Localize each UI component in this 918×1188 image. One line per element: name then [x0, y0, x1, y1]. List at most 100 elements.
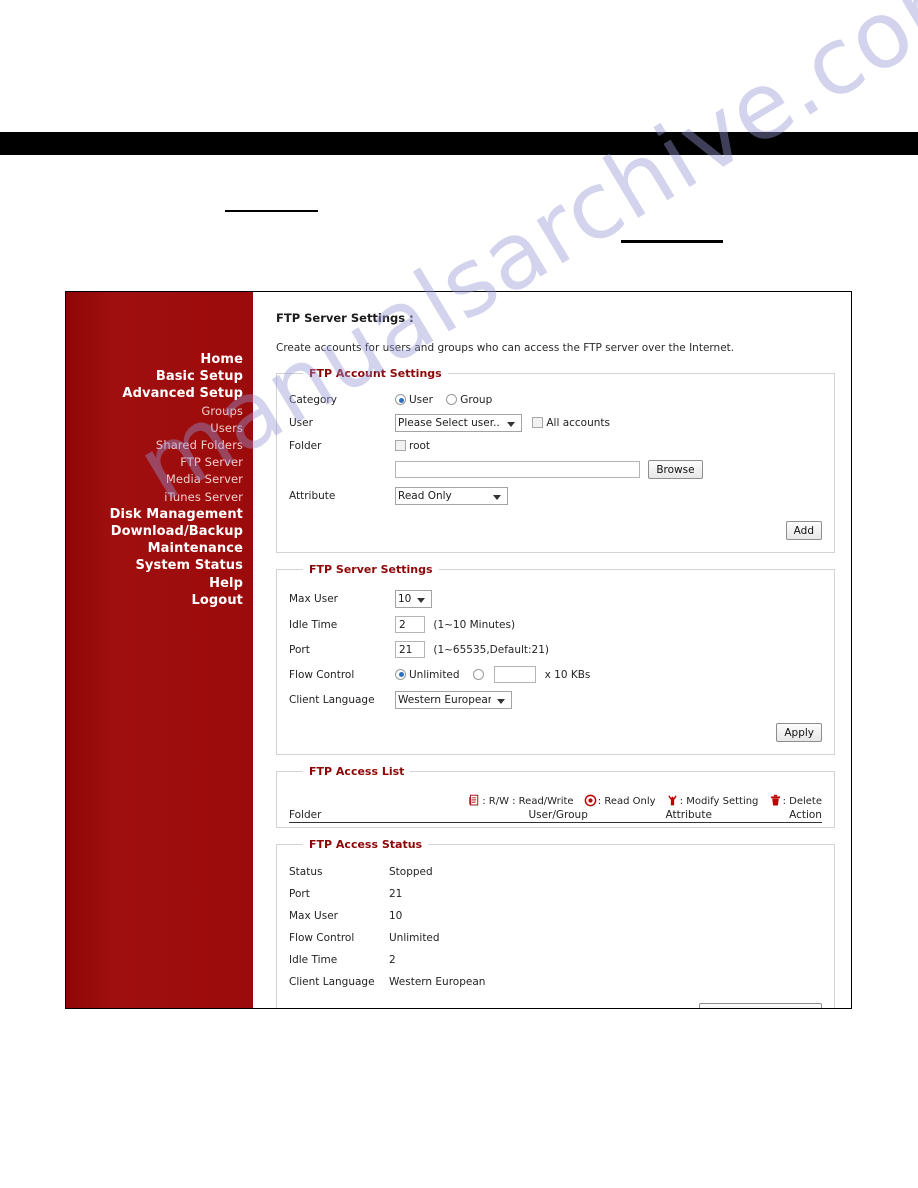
ftp-account-settings-form: Category User Group User Please Select u…: [289, 390, 822, 544]
all-accounts-label: All accounts: [546, 417, 610, 429]
sidebar-item-advanced-setup[interactable]: Advanced Setup: [66, 385, 253, 402]
client-language-select-wrapper[interactable]: Western European: [395, 691, 512, 709]
apply-button-row: Apply: [289, 713, 822, 746]
sidebar-item-maintenance[interactable]: Maintenance: [66, 540, 253, 557]
folder-row: Folder root: [289, 436, 822, 456]
idle-time-row: Idle Time (1~10 Minutes): [289, 612, 822, 637]
wrench-icon: [668, 795, 677, 806]
start-button-cell: Start FTP Server: [289, 993, 822, 1008]
legend-rw-text: : R/W : Read/Write: [482, 796, 574, 807]
horizontal-rule-lower: [621, 240, 723, 243]
flow-rate-input[interactable]: [494, 666, 537, 683]
sidebar-item-users[interactable]: Users: [66, 420, 253, 437]
user-select-wrapper[interactable]: Please Select user...: [395, 414, 522, 432]
radio-group-icon[interactable]: [446, 394, 458, 405]
ftp-server-settings-legend: FTP Server Settings: [309, 563, 433, 576]
access-list-col-folder: Folder: [289, 809, 322, 821]
trash-icon: [770, 794, 780, 806]
max-user-select[interactable]: 10: [395, 590, 432, 608]
attribute-row: Attribute Read Only: [289, 483, 822, 509]
flow-control-row: Flow Control Unlimited x 10 KBs: [289, 662, 822, 687]
horizontal-rule-upper: [225, 210, 318, 212]
sidebar-item-system-status[interactable]: System Status: [66, 557, 253, 574]
attribute-select[interactable]: Read Only: [395, 487, 508, 505]
idle-time-controls: (1~10 Minutes): [395, 612, 822, 637]
sidebar-item-disk-management[interactable]: Disk Management: [66, 506, 253, 523]
access-list-col-attribute: Attribute: [665, 809, 712, 821]
status-row: Status Stopped: [289, 861, 822, 883]
status-value: Stopped: [389, 866, 433, 878]
idle-time-hint: (1~10 Minutes): [433, 618, 516, 631]
add-button[interactable]: Add: [785, 521, 822, 540]
port-controls: (1~65535,Default:21): [395, 637, 822, 662]
add-button-row: Add: [289, 509, 822, 544]
user-label: User: [289, 417, 313, 429]
ftp-server-settings-form: Max User 10 Idle Time 2 (1~10 Minutes) P…: [289, 586, 822, 746]
radio-unlimited-icon[interactable]: [395, 668, 406, 680]
attribute-controls: Read Only: [395, 483, 822, 509]
sidebar-item-download-backup[interactable]: Download/Backup: [66, 523, 253, 540]
user-select[interactable]: Please Select user...: [395, 414, 522, 432]
start-ftp-server-button[interactable]: Start FTP Server: [698, 1003, 822, 1008]
sidebar-item-home[interactable]: Home: [66, 351, 253, 368]
status-max-user-label: Max User: [289, 910, 338, 922]
sidebar-item-media-server[interactable]: Media Server: [66, 471, 253, 488]
category-group-label: Group: [460, 394, 493, 406]
router-admin-window: Home Basic Setup Advanced Setup Groups U…: [65, 291, 852, 1009]
attribute-select-wrapper[interactable]: Read Only: [395, 487, 508, 505]
add-button-cell: Add: [289, 509, 822, 544]
ftp-access-status-legend: FTP Access Status: [309, 838, 423, 851]
flow-unlimited-option[interactable]: Unlimited: [395, 668, 460, 681]
status-port-label: Port: [289, 888, 310, 900]
folder-path-input[interactable]: [395, 461, 640, 478]
ftp-access-list-legend: FTP Access List: [309, 765, 405, 778]
sidebar-item-shared-folders[interactable]: Shared Folders: [66, 437, 253, 454]
all-accounts-checkbox-group[interactable]: All accounts: [532, 417, 610, 429]
status-row: Flow Control Unlimited: [289, 927, 822, 949]
legend-delete-text: : Delete: [782, 796, 822, 807]
access-list-icon-legend: : R/W : Read/Write : Read Only : Modify …: [289, 788, 822, 809]
root-label: root: [409, 440, 431, 452]
category-group-option[interactable]: Group: [446, 394, 492, 406]
status-label: Status: [289, 866, 323, 878]
ftp-access-list-section: FTP Access List : R/W : Read/Write : Rea…: [276, 765, 835, 828]
sidebar-item-groups[interactable]: Groups: [66, 403, 253, 420]
idle-time-label: Idle Time: [289, 618, 338, 631]
root-checkbox[interactable]: [395, 440, 406, 451]
port-input[interactable]: [395, 641, 425, 658]
client-language-select[interactable]: Western European: [395, 691, 512, 709]
category-user-option[interactable]: User: [395, 394, 433, 406]
folder-root-controls: root: [395, 436, 822, 456]
max-user-label: Max User: [289, 593, 338, 605]
category-controls: User Group: [395, 390, 822, 410]
folder-path-spacer: [289, 456, 395, 483]
ftp-access-status-table: Status Stopped Port 21 Max User 10 Flow …: [289, 861, 822, 1008]
sidebar-item-logout[interactable]: Logout: [66, 592, 253, 609]
radio-user-icon[interactable]: [395, 394, 406, 405]
page-title: FTP Server Settings :: [276, 311, 414, 325]
status-idle-time-label: Idle Time: [289, 954, 338, 966]
category-row: Category User Group: [289, 390, 822, 410]
access-list-col-action: Action: [789, 809, 822, 821]
idle-time-input[interactable]: [395, 616, 425, 633]
sidebar-item-ftp-server[interactable]: FTP Server: [66, 454, 253, 471]
radio-flow-rate-icon[interactable]: [472, 668, 484, 680]
port-label: Port: [289, 643, 310, 656]
flow-unlimited-label: Unlimited: [409, 668, 460, 681]
sidebar-item-itunes-server[interactable]: iTunes Server: [66, 489, 253, 506]
status-flow-control-value: Unlimited: [389, 932, 440, 944]
page-description: Create accounts for users and groups who…: [276, 342, 735, 354]
root-checkbox-group[interactable]: root: [395, 440, 430, 452]
sidebar-item-basic-setup[interactable]: Basic Setup: [66, 368, 253, 385]
max-user-select-wrapper[interactable]: 10: [395, 590, 432, 608]
apply-button[interactable]: Apply: [776, 723, 822, 742]
browse-button[interactable]: Browse: [648, 460, 703, 479]
user-controls: Please Select user... All accounts: [395, 410, 822, 436]
status-idle-time-value: 2: [389, 954, 396, 966]
folder-path-controls: Browse: [395, 456, 822, 483]
folder-path-row: Browse: [289, 456, 822, 483]
client-language-label: Client Language: [289, 694, 375, 706]
sidebar-item-help[interactable]: Help: [66, 575, 253, 592]
status-row: Port 21: [289, 883, 822, 905]
all-accounts-checkbox[interactable]: [532, 417, 544, 428]
